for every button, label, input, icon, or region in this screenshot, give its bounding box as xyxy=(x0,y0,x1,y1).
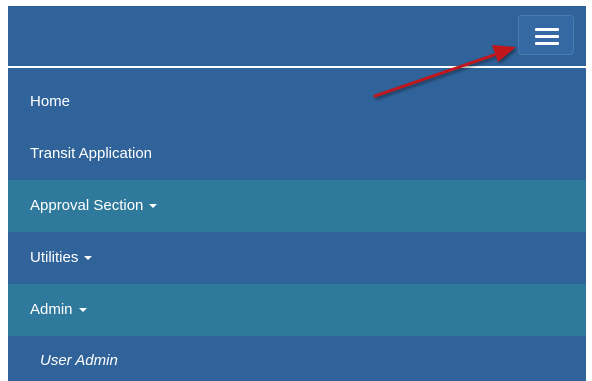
annotation-arrow-icon xyxy=(373,45,516,98)
app-frame: Home Transit Application Approval Sectio… xyxy=(8,6,586,381)
